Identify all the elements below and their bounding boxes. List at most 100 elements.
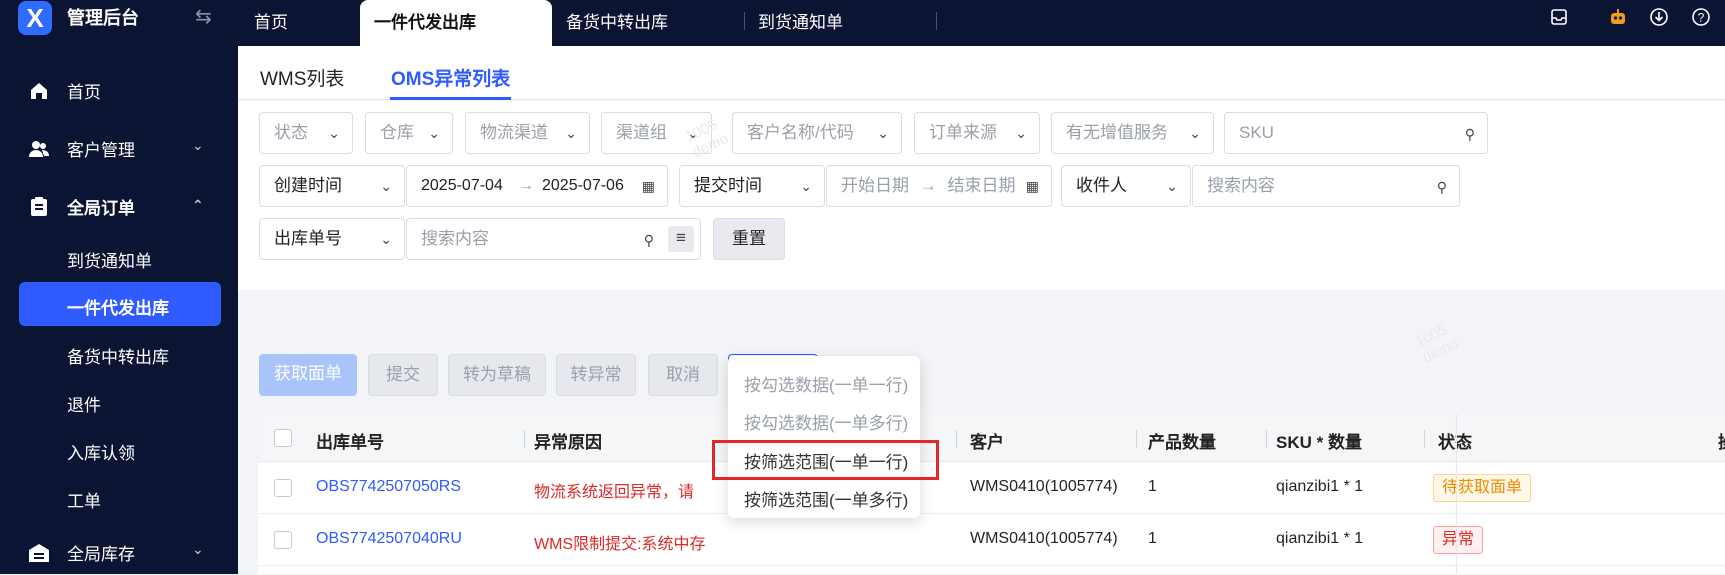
order-no-select[interactable]: 出库单号 ⌄ (259, 218, 405, 260)
input-placeholder: SKU (1239, 123, 1274, 142)
search-icon[interactable]: ⚲ (1437, 167, 1447, 207)
sidebar-item-work-order[interactable]: 工单 (0, 475, 238, 519)
exception-reason: WMS限制提交:系统中存 (534, 536, 706, 553)
filter-panel: 状态 ⌄ 仓库 ⌄ 物流渠道 ⌄ 渠道组 ⌄ 客户名称/代码 ⌄ 订单来源 ⌄ 有无增值服务… (238, 101, 1725, 290)
search-icon[interactable]: ⚲ (644, 220, 654, 260)
select-label: 物流渠道 (480, 123, 548, 142)
fixed-column-shadow (1456, 414, 1457, 574)
customer-cell: WMS0410(1005774) (970, 478, 1118, 495)
sidebar: 首页 客户管理 ⌄ 全局订单 ⌃ 到货通知单 一件代发出库 备货中转出库 退件 … (0, 46, 238, 574)
input-placeholder: 搜索内容 (421, 229, 489, 248)
exception-table: 出库单号 异常原因 客户 产品数量 SKU * 数量 状态 操 OBS77425… (258, 414, 1725, 574)
receiver-search-input[interactable]: 搜索内容 ⚲ (1192, 165, 1460, 207)
collapse-toggle-icon[interactable]: ⇆ (195, 4, 212, 29)
sidebar-item-dropship-outbound[interactable]: 一件代发出库 (19, 282, 221, 326)
order-source-select[interactable]: 订单来源 ⌄ (914, 112, 1040, 154)
col-order-no: 出库单号 (316, 433, 384, 452)
order-no-search-input[interactable]: 搜索内容 ⚲ ≡ (406, 218, 701, 260)
col-status: 状态 (1438, 433, 1472, 452)
value-added-select[interactable]: 有无增值服务 ⌄ (1051, 112, 1214, 154)
tab-label: 备货中转出库 (566, 13, 668, 32)
sidebar-item-home[interactable]: 首页 (0, 67, 238, 113)
row-checkbox[interactable] (274, 531, 292, 549)
receiver-select[interactable]: 收件人 ⌄ (1061, 165, 1191, 207)
sidebar-item-arrival-notice[interactable]: 到货通知单 (0, 235, 238, 279)
calendar-icon: ▦ (641, 178, 655, 194)
tab-transfer-outbound[interactable]: 备货中转出库 (552, 0, 742, 46)
sidebar-item-label: 客户管理 (67, 140, 135, 160)
help-icon[interactable]: ? (1690, 6, 1712, 28)
sku-input[interactable]: SKU ⚲ (1224, 112, 1488, 154)
select-label: 有无增值服务 (1066, 123, 1168, 142)
tab-label: 首页 (254, 13, 288, 32)
submit-date-range[interactable]: 开始日期 → 结束日期 ▦ (826, 165, 1052, 207)
row-checkbox[interactable] (274, 479, 292, 497)
users-icon (29, 141, 49, 157)
warehouse-select[interactable]: 仓库 ⌄ (365, 112, 453, 154)
tab-oms-exception-list[interactable]: OMS异常列表 (391, 64, 510, 91)
reset-button[interactable]: 重置 (713, 218, 785, 260)
download-icon[interactable] (1648, 6, 1670, 28)
app-logo: X (18, 1, 52, 35)
order-no-link[interactable]: OBS7742507040RU (316, 530, 462, 548)
export-option-checked-multi[interactable]: 按勾选数据(一单多行) (744, 409, 908, 434)
tab-dropship-outbound[interactable]: 一件代发出库 (360, 0, 552, 46)
range-arrow: → (919, 176, 937, 195)
robot-icon[interactable] (1607, 6, 1629, 28)
export-option-checked-single[interactable]: 按勾选数据(一单一行) (744, 371, 908, 396)
tab-label: 到货通知单 (758, 13, 843, 32)
tab-label: 一件代发出库 (374, 13, 476, 32)
page-tabs: WMS列表 OMS异常列表 (238, 46, 1725, 100)
submit-button[interactable]: 提交 (368, 354, 438, 396)
col-divider (1266, 430, 1267, 448)
sidebar-item-label: 一件代发出库 (67, 299, 169, 318)
cancel-button[interactable]: 取消 (648, 354, 718, 396)
channel-select[interactable]: 物流渠道 ⌄ (465, 112, 590, 154)
table-row[interactable]: OBS7742507040RU WMS限制提交:系统中存 WMS0410(100… (258, 514, 1725, 566)
sku-cell: qianzibi1 * 1 (1276, 530, 1364, 547)
submit-time-select[interactable]: 提交时间 ⌄ (679, 165, 825, 207)
inbox-icon[interactable] (1548, 6, 1570, 28)
highlight-box (712, 440, 939, 480)
col-sku-qty: SKU * 数量 (1276, 433, 1362, 452)
col-more: 操 (1718, 428, 1725, 453)
tab-divider (936, 12, 937, 30)
select-label: 状态 (274, 123, 308, 142)
chevron-down-icon: ⌄ (428, 125, 440, 141)
home-icon (31, 83, 47, 99)
status-select[interactable]: 状态 ⌄ (259, 112, 353, 154)
table-row[interactable]: OBS7742507050RS 物流系统返回异常，请 WMS0410(10057… (258, 462, 1725, 514)
search-icon[interactable]: ⚲ (1465, 114, 1475, 154)
created-time-select[interactable]: 创建时间 ⌄ (259, 165, 405, 207)
select-all-checkbox[interactable] (274, 429, 292, 447)
chevron-down-icon: ⌄ (1015, 125, 1027, 141)
range-arrow: → (518, 177, 534, 194)
get-label-button[interactable]: 获取面单 (259, 354, 357, 396)
to-abnormal-button[interactable]: 转异常 (556, 354, 636, 396)
sidebar-item-label: 备货中转出库 (67, 348, 169, 367)
created-date-range[interactable]: 2025-07-04 → 2025-07-06 ▦ (406, 165, 668, 207)
sidebar-item-returns[interactable]: 退件 (0, 379, 238, 423)
sidebar-item-inbound-claim[interactable]: 入库认领 (0, 427, 238, 471)
status-badge: 待获取面单 (1433, 474, 1532, 502)
top-bar: X 管理后台 ⇆ 首页 一件代发出库 备货中转出库 到货通知单 ? (0, 0, 1725, 46)
export-option-filter-multi[interactable]: 按筛选范围(一单多行) (744, 486, 908, 511)
order-no-link[interactable]: OBS7742507050RS (316, 478, 461, 496)
sidebar-item-inventory[interactable]: 全局库存 ⌄ (0, 529, 238, 575)
action-area: 获取面单 提交 转为草稿 转异常 取消 导出⌃ 出库单号 异常原因 客户 产品数… (238, 290, 1725, 574)
tab-arrival-notice[interactable]: 到货通知单 (744, 0, 934, 46)
sidebar-item-transfer-outbound[interactable]: 备货中转出库 (0, 331, 238, 375)
input-placeholder: 搜索内容 (1207, 176, 1275, 195)
to-draft-button[interactable]: 转为草稿 (448, 354, 546, 396)
customer-select[interactable]: 客户名称/代码 ⌄ (732, 112, 902, 154)
sidebar-item-customers[interactable]: 客户管理 ⌄ (0, 125, 238, 171)
tab-wms-list[interactable]: WMS列表 (260, 64, 344, 91)
sku-cell: qianzibi1 * 1 (1276, 478, 1364, 495)
chevron-down-icon: ⌄ (192, 541, 204, 557)
chevron-down-icon: ⌄ (192, 137, 204, 153)
tab-home[interactable]: 首页 (240, 0, 360, 46)
list-icon[interactable]: ≡ (668, 226, 694, 252)
chevron-down-icon: ⌄ (877, 125, 889, 141)
select-label: 出库单号 (274, 229, 342, 248)
sidebar-item-orders[interactable]: 全局订单 ⌃ (0, 183, 238, 229)
